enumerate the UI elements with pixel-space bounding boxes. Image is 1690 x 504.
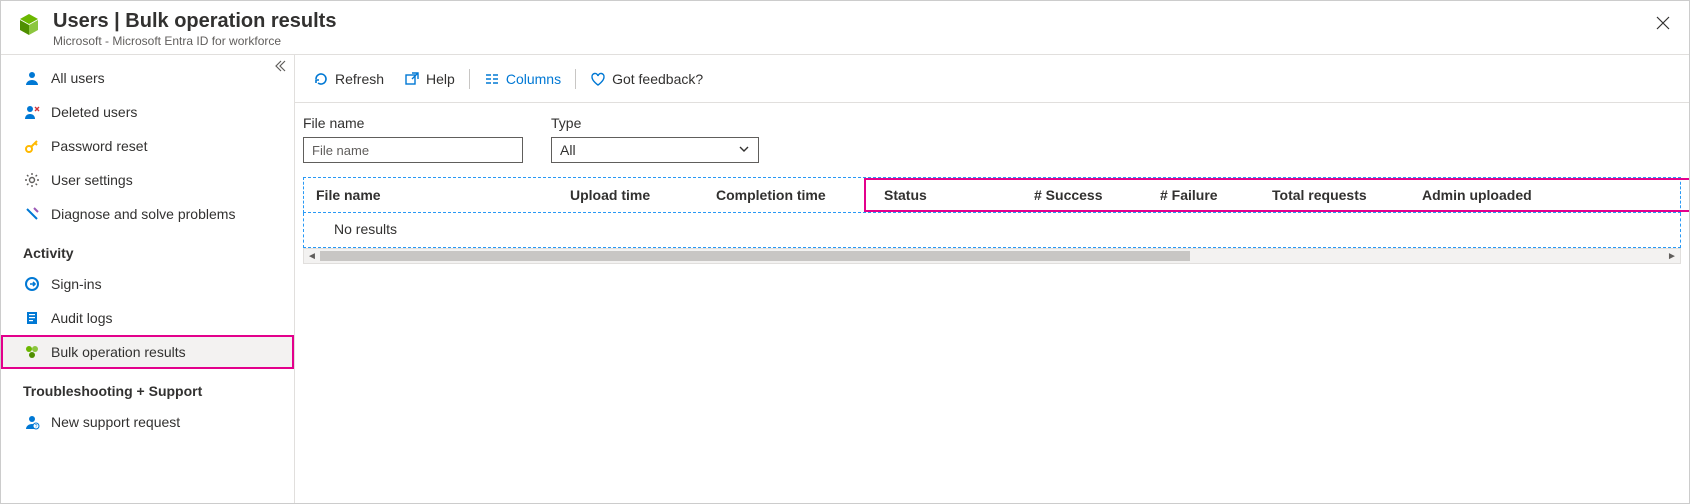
page-title: Users | Bulk operation results [53, 9, 336, 33]
heart-icon [590, 71, 606, 87]
sidebar-item-label: All users [51, 70, 105, 86]
sidebar-item-user-settings[interactable]: User settings [1, 163, 294, 197]
results-table: File name Upload time Completion time St… [303, 177, 1681, 248]
sidebar-item-audit-logs[interactable]: Audit logs [1, 301, 294, 335]
close-button[interactable] [1651, 11, 1675, 35]
type-select-value: All [560, 142, 576, 158]
toolbar-separator [575, 69, 576, 89]
scroll-right-arrow[interactable]: ► [1664, 251, 1680, 262]
type-label: Type [551, 115, 759, 131]
sidebar-section-activity: Activity [1, 231, 294, 267]
svg-text:?: ? [35, 424, 38, 430]
signin-icon [23, 275, 41, 293]
sidebar-section-troubleshooting: Troubleshooting + Support [1, 369, 294, 405]
sidebar-item-label: Password reset [51, 138, 147, 154]
wrench-icon [23, 205, 41, 223]
bulk-icon [23, 343, 41, 361]
refresh-button[interactable]: Refresh [303, 63, 394, 95]
col-status[interactable]: Status [874, 187, 1024, 203]
sidebar-item-all-users[interactable]: All users [1, 61, 294, 95]
sidebar-item-bulk-operation-results[interactable]: Bulk operation results [1, 335, 294, 369]
horizontal-scrollbar[interactable]: ◄ ► [303, 248, 1681, 264]
sidebar-item-diagnose[interactable]: Diagnose and solve problems [1, 197, 294, 231]
sidebar-item-label: Diagnose and solve problems [51, 206, 235, 222]
header-text-group: Users | Bulk operation results Microsoft… [53, 9, 336, 48]
no-results-text: No results [304, 213, 1680, 247]
gear-icon [23, 171, 41, 189]
refresh-label: Refresh [335, 71, 384, 87]
sidebar: All users Deleted users Password reset U… [1, 55, 295, 503]
scroll-thumb[interactable] [320, 251, 1190, 261]
columns-label: Columns [506, 71, 561, 87]
table-body: No results [303, 213, 1681, 248]
sidebar-item-label: New support request [51, 414, 180, 430]
feedback-label: Got feedback? [612, 71, 703, 87]
toolbar-separator [469, 69, 470, 89]
sidebar-item-label: User settings [51, 172, 133, 188]
columns-icon [484, 71, 500, 87]
sidebar-item-sign-ins[interactable]: Sign-ins [1, 267, 294, 301]
sidebar-item-label: Sign-ins [51, 276, 102, 292]
col-file-name[interactable]: File name [304, 187, 560, 203]
columns-button[interactable]: Columns [474, 63, 571, 95]
filename-label: File name [303, 115, 523, 131]
page-subtitle: Microsoft - Microsoft Entra ID for workf… [53, 34, 336, 48]
col-admin-uploaded[interactable]: Admin uploaded [1412, 187, 1680, 203]
scroll-left-arrow[interactable]: ◄ [304, 251, 320, 262]
table-header-row: File name Upload time Completion time St… [303, 177, 1681, 213]
col-success[interactable]: # Success [1024, 187, 1150, 203]
collapse-sidebar-button[interactable] [272, 59, 286, 75]
toolbar: Refresh Help Columns [295, 55, 1689, 103]
user-icon [23, 69, 41, 87]
user-x-icon [23, 103, 41, 121]
col-upload-time[interactable]: Upload time [560, 187, 706, 203]
sidebar-item-label: Audit logs [51, 310, 112, 326]
sidebar-item-new-support-request[interactable]: ? New support request [1, 405, 294, 439]
col-total-requests[interactable]: Total requests [1262, 187, 1412, 203]
chevron-down-icon [738, 142, 750, 158]
filename-input[interactable] [303, 137, 523, 163]
col-failure[interactable]: # Failure [1150, 187, 1262, 203]
filter-filename-group: File name [303, 115, 523, 163]
log-icon [23, 309, 41, 327]
type-select[interactable]: All [551, 137, 759, 163]
sidebar-item-label: Deleted users [51, 104, 137, 120]
main-content: Refresh Help Columns [295, 55, 1689, 503]
app-logo-icon [15, 11, 43, 39]
help-button[interactable]: Help [394, 63, 465, 95]
filter-bar: File name Type All [295, 103, 1689, 177]
sidebar-item-deleted-users[interactable]: Deleted users [1, 95, 294, 129]
sidebar-item-label: Bulk operation results [51, 344, 186, 360]
filter-type-group: Type All [551, 115, 759, 163]
external-link-icon [404, 71, 420, 87]
feedback-button[interactable]: Got feedback? [580, 63, 713, 95]
col-completion-time[interactable]: Completion time [706, 187, 874, 203]
refresh-icon [313, 71, 329, 87]
scroll-track[interactable] [320, 249, 1664, 263]
page-header: Users | Bulk operation results Microsoft… [1, 1, 1689, 55]
help-label: Help [426, 71, 455, 87]
sidebar-item-password-reset[interactable]: Password reset [1, 129, 294, 163]
app-window: Users | Bulk operation results Microsoft… [0, 0, 1690, 504]
key-icon [23, 137, 41, 155]
support-icon: ? [23, 413, 41, 431]
